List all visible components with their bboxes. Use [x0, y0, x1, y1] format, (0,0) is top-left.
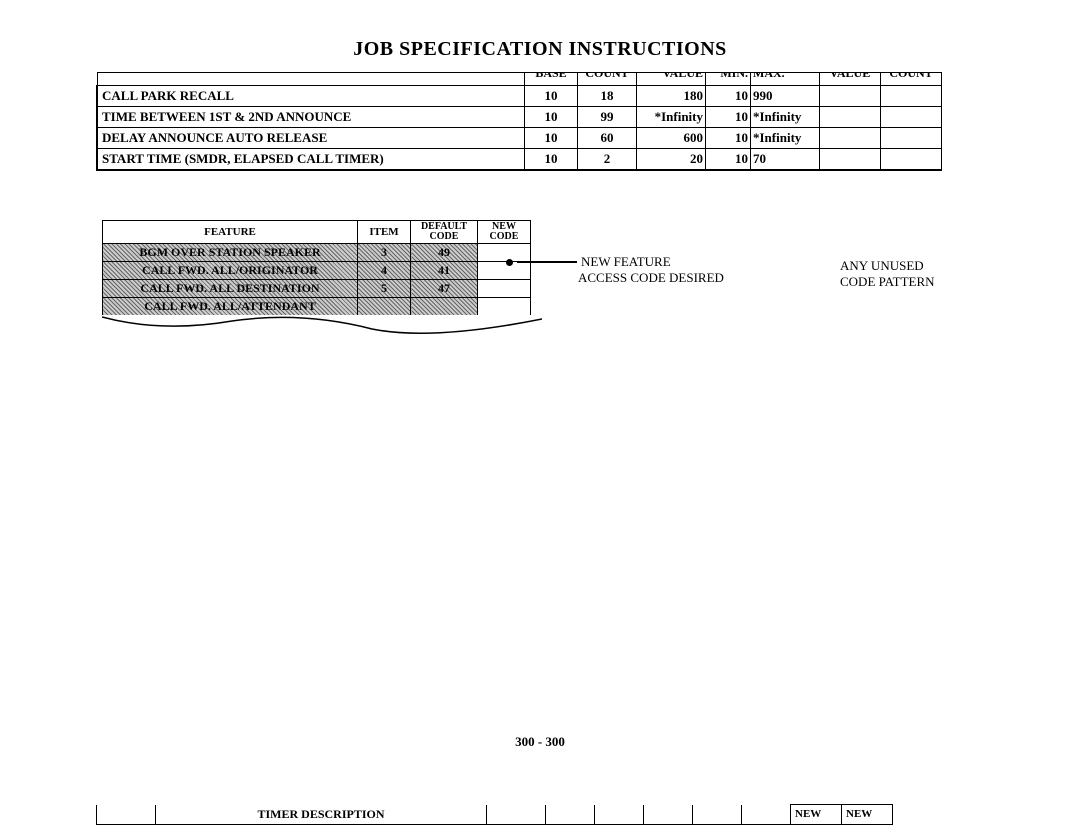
col-feature: FEATURE: [103, 221, 358, 244]
col-max: MAX.: [751, 73, 820, 86]
col-newvalue: VALUE: [820, 73, 881, 86]
col-newcount: COUNT: [881, 73, 942, 86]
table-row: TIME BETWEEN 1ST & 2ND ANNOUNCE 10 99 *I…: [97, 107, 942, 128]
timer-table: BASE COUNT VALUE MIN. MAX. VALUE COUNT C…: [96, 72, 942, 171]
table-row: CALL FWD. ALL/ATTENDANT: [103, 298, 531, 316]
callout-left: NEW FEATURE ACCESS CODE DESIRED: [506, 254, 724, 286]
torn-edge: [102, 315, 542, 337]
table-row: BGM OVER STATION SPEAKER 3 49: [103, 244, 531, 262]
table-row: CALL FWD. ALL/ORIGINATOR 4 41: [103, 262, 531, 280]
feature-table: FEATURE ITEM DEFAULTCODE NEWCODE BGM OVE…: [102, 220, 531, 315]
col-value: VALUE: [637, 73, 706, 86]
col-count: COUNT: [578, 73, 637, 86]
table-row: DELAY ANNOUNCE AUTO RELEASE 10 60 600 10…: [97, 128, 942, 149]
bullet-icon: [506, 259, 513, 266]
bottom-table-fragment: TIMER DESCRIPTION NEW NEW: [96, 804, 893, 825]
col-new-code: NEWCODE: [478, 221, 531, 244]
col-default-code: DEFAULTCODE: [411, 221, 478, 244]
col-base: BASE: [525, 73, 578, 86]
table-row: CALL FWD. ALL DESTINATION 5 47: [103, 280, 531, 298]
page-number: 300 - 300: [0, 734, 1080, 750]
table-row: START TIME (SMDR, ELAPSED CALL TIMER) 10…: [97, 149, 942, 171]
page-title: JOB SPECIFICATION INSTRUCTIONS: [0, 0, 1080, 61]
callout-right: ANY UNUSED CODE PATTERN: [840, 258, 935, 290]
col-desc: [97, 73, 525, 86]
table-row: CALL PARK RECALL 10 18 180 10 990: [97, 86, 942, 107]
col-min: MIN.: [706, 73, 751, 86]
col-item: ITEM: [358, 221, 411, 244]
